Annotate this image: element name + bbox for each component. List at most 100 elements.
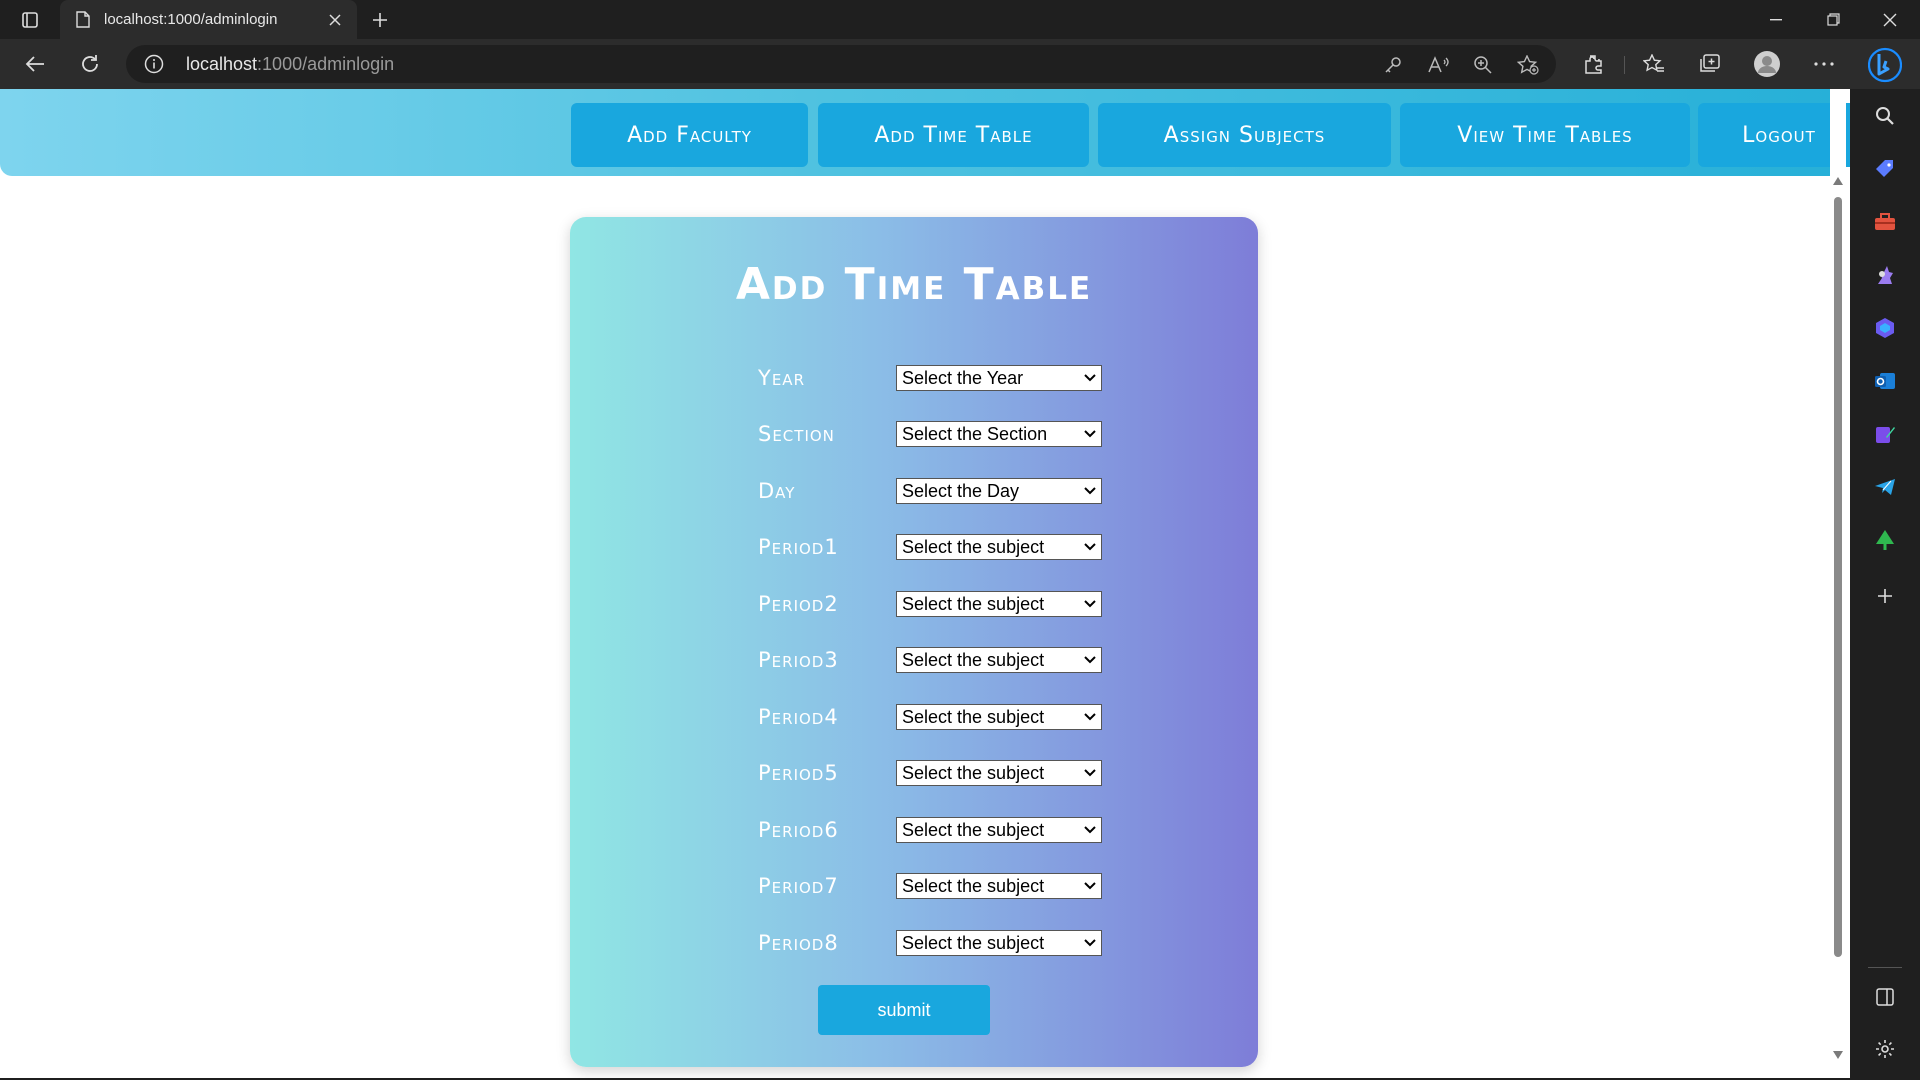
day-select-value: Select the Day — [902, 481, 1020, 501]
period2-select-value: Select the subject — [902, 594, 1045, 614]
sidebar-divider — [1868, 967, 1902, 968]
form-row-period6: Period6 Select the subject — [570, 817, 1258, 843]
toolbox-icon[interactable] — [1870, 207, 1900, 237]
period1-label: Period1 — [758, 535, 839, 559]
nav-view-time-tables[interactable]: View Time Tables — [1400, 103, 1690, 167]
nav-add-faculty[interactable]: Add Faculty — [571, 103, 808, 167]
site-nav-bar: Add Faculty Add Time Table Assign Subjec… — [0, 89, 1850, 176]
add-icon[interactable] — [1870, 581, 1900, 611]
tab-title: localhost:1000/adminlogin — [104, 11, 278, 28]
extensions-icon[interactable] — [1578, 49, 1608, 79]
outlook-icon[interactable] — [1870, 366, 1900, 396]
scroll-up-arrow-icon[interactable] — [1833, 177, 1843, 185]
toolbar-divider — [1624, 56, 1625, 74]
period8-select-value: Select the subject — [902, 933, 1045, 953]
period7-select-value: Select the subject — [902, 876, 1045, 896]
tree-icon[interactable] — [1870, 525, 1900, 555]
chevron-down-icon — [1084, 769, 1096, 777]
form-row-period1: Period1 Select the subject — [570, 534, 1258, 560]
search-icon[interactable] — [1870, 101, 1900, 131]
browser-tab-bar: localhost:1000/adminlogin — [0, 0, 1920, 39]
more-icon[interactable] — [1809, 49, 1839, 79]
form-row-year: Year Select the Year — [570, 365, 1258, 391]
period3-select[interactable]: Select the subject — [896, 647, 1102, 673]
form-row-period8: Period8 Select the subject — [570, 930, 1258, 956]
nav-add-time-table[interactable]: Add Time Table — [818, 103, 1089, 167]
form-row-section: Section Select the Section — [570, 421, 1258, 447]
period7-label: Period7 — [758, 874, 839, 898]
timetable-form-card: Add Time Table Year Select the Year Sect… — [570, 217, 1258, 1067]
url-text[interactable]: localhost:1000/adminlogin — [186, 54, 394, 75]
period5-label: Period5 — [758, 761, 839, 785]
nav-assign-subjects[interactable]: Assign Subjects — [1098, 103, 1391, 167]
favorites-icon[interactable] — [1639, 49, 1669, 79]
browser-tab[interactable]: localhost:1000/adminlogin — [60, 0, 357, 39]
form-row-period7: Period7 Select the subject — [570, 873, 1258, 899]
period2-label: Period2 — [758, 592, 839, 616]
year-label: Year — [758, 366, 805, 390]
section-select-value: Select the Section — [902, 424, 1048, 444]
form-row-period5: Period5 Select the subject — [570, 760, 1258, 786]
chevron-down-icon — [1084, 939, 1096, 947]
period1-select[interactable]: Select the subject — [896, 534, 1102, 560]
chevron-down-icon — [1084, 374, 1096, 382]
year-select-value: Select the Year — [902, 368, 1024, 388]
restore-icon[interactable] — [1803, 0, 1863, 39]
period8-select[interactable]: Select the subject — [896, 930, 1102, 956]
page-icon — [74, 11, 92, 29]
period6-select[interactable]: Select the subject — [896, 817, 1102, 843]
copilot-icon[interactable] — [1863, 43, 1907, 87]
period8-label: Period8 — [758, 931, 839, 955]
submit-button[interactable]: submit — [818, 985, 990, 1035]
form-row-period4: Period4 Select the subject — [570, 704, 1258, 730]
scroll-thumb[interactable] — [1834, 197, 1842, 957]
period3-select-value: Select the subject — [902, 650, 1045, 670]
period4-select-value: Select the subject — [902, 707, 1045, 727]
profile-avatar-icon[interactable] — [1752, 49, 1782, 79]
section-select[interactable]: Select the Section — [896, 421, 1102, 447]
collections-icon[interactable] — [1695, 49, 1725, 79]
period7-select[interactable]: Select the subject — [896, 873, 1102, 899]
chevron-down-icon — [1084, 487, 1096, 495]
tab-actions-icon[interactable] — [12, 7, 48, 33]
page-scrollbar[interactable] — [1830, 89, 1846, 1078]
designer-icon[interactable] — [1870, 419, 1900, 449]
day-select[interactable]: Select the Day — [896, 478, 1102, 504]
chevron-down-icon — [1084, 882, 1096, 890]
favorite-add-icon[interactable] — [1515, 52, 1541, 78]
info-icon[interactable] — [144, 54, 164, 74]
period6-select-value: Select the subject — [902, 820, 1045, 840]
telegram-icon[interactable] — [1870, 472, 1900, 502]
back-arrow-icon[interactable] — [18, 48, 52, 80]
refresh-icon[interactable] — [73, 48, 107, 80]
read-aloud-icon[interactable] — [1425, 52, 1451, 78]
chevron-down-icon — [1084, 543, 1096, 551]
microsoft-365-icon[interactable] — [1870, 313, 1900, 343]
form-row-period3: Period3 Select the subject — [570, 647, 1258, 673]
form-title: Add Time Table — [735, 259, 1093, 310]
shopping-tag-icon[interactable] — [1870, 154, 1900, 184]
minimize-icon[interactable] — [1746, 0, 1806, 39]
period5-select[interactable]: Select the subject — [896, 760, 1102, 786]
close-icon[interactable] — [323, 8, 347, 32]
nav-logout[interactable]: Logout — [1698, 103, 1850, 167]
key-icon[interactable] — [1380, 52, 1406, 78]
close-window-icon[interactable] — [1860, 0, 1920, 39]
sidebar-panel-icon[interactable] — [1870, 982, 1900, 1012]
settings-icon[interactable] — [1870, 1034, 1900, 1064]
chevron-down-icon — [1084, 713, 1096, 721]
period4-select[interactable]: Select the subject — [896, 704, 1102, 730]
plus-icon[interactable] — [366, 7, 394, 33]
url-path: :1000/adminlogin — [257, 54, 395, 74]
scroll-down-arrow-icon[interactable] — [1833, 1051, 1843, 1059]
chevron-down-icon — [1084, 656, 1096, 664]
period2-select[interactable]: Select the subject — [896, 591, 1102, 617]
zoom-icon[interactable] — [1470, 52, 1496, 78]
edge-sidebar — [1850, 89, 1920, 1080]
form-row-period2: Period2 Select the subject — [570, 591, 1258, 617]
day-label: Day — [758, 479, 796, 503]
period1-select-value: Select the subject — [902, 537, 1045, 557]
address-bar[interactable]: localhost:1000/adminlogin — [126, 45, 1556, 83]
year-select[interactable]: Select the Year — [896, 365, 1102, 391]
games-icon[interactable] — [1870, 260, 1900, 290]
